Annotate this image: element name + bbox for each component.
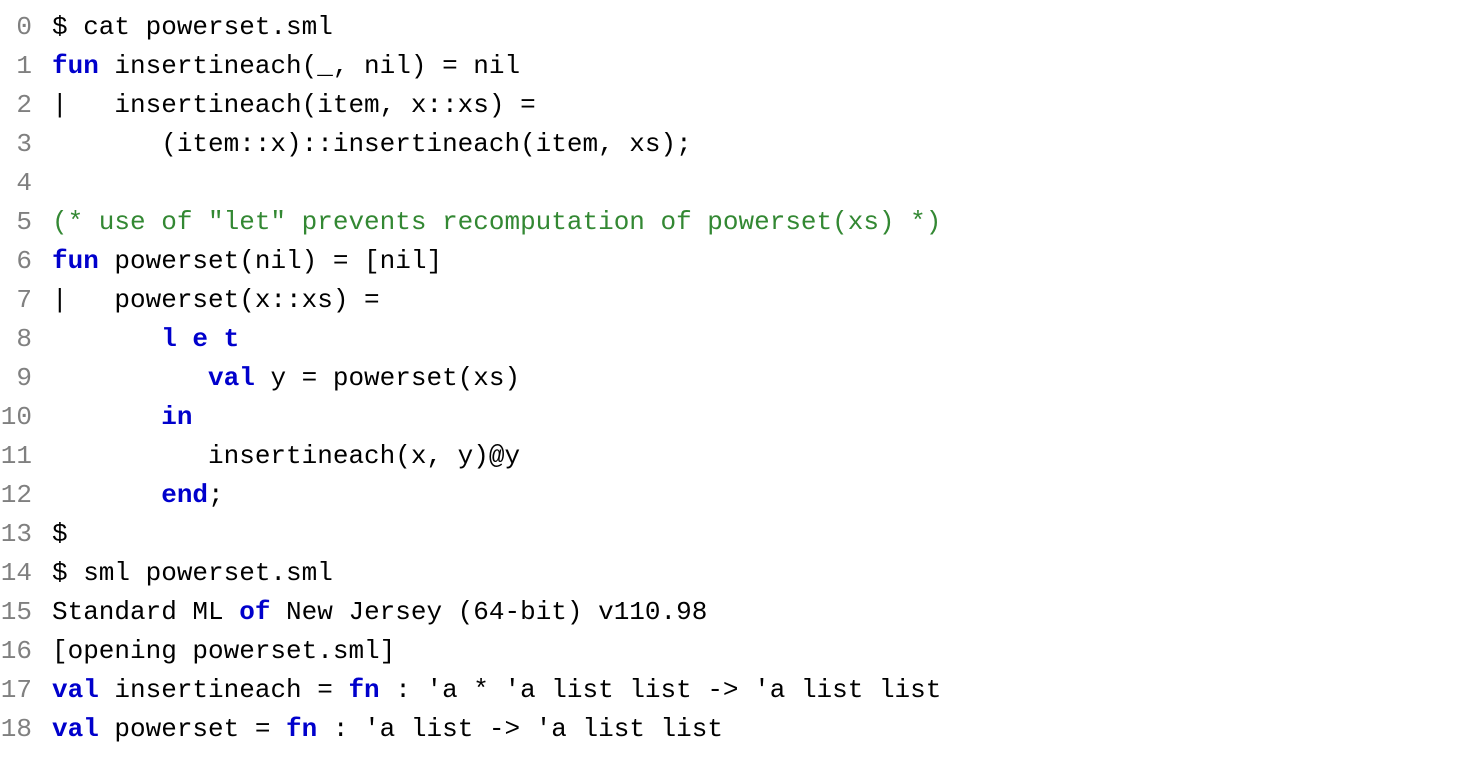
- code-line: 7| powerset(x::xs) =: [0, 281, 1470, 320]
- line-content: (item::x)::insertineach(item, xs);: [52, 125, 1470, 164]
- code-token: [opening powerset.sml]: [52, 636, 395, 666]
- line-number: 2: [0, 86, 52, 125]
- line-number: 0: [0, 8, 52, 47]
- line-content: [opening powerset.sml]: [52, 632, 1470, 671]
- code-token: val: [52, 714, 99, 744]
- code-token: (item::x)::insertineach(item, xs);: [52, 129, 692, 159]
- line-number: 13: [0, 515, 52, 554]
- line-content: | powerset(x::xs) =: [52, 281, 1470, 320]
- code-token: y = powerset(xs): [255, 363, 520, 393]
- code-token: fn: [348, 675, 379, 705]
- code-token: $ cat powerset.sml: [52, 12, 333, 42]
- code-token: end: [161, 480, 208, 510]
- code-token: fun: [52, 246, 99, 276]
- code-token: of: [239, 597, 270, 627]
- code-line: 10 in: [0, 398, 1470, 437]
- line-number: 16: [0, 632, 52, 671]
- code-line: 2| insertineach(item, x::xs) =: [0, 86, 1470, 125]
- code-token: | powerset(x::xs) =: [52, 285, 380, 315]
- line-number: 15: [0, 593, 52, 632]
- code-line: 14$ sml powerset.sml: [0, 554, 1470, 593]
- code-token: ;: [208, 480, 224, 510]
- code-token: | insertineach(item, x::xs) =: [52, 90, 536, 120]
- line-number: 18: [0, 710, 52, 749]
- code-line: 6fun powerset(nil) = [nil]: [0, 242, 1470, 281]
- code-line: 1fun insertineach(_, nil) = nil: [0, 47, 1470, 86]
- code-line: 17val insertineach = fn : 'a * 'a list l…: [0, 671, 1470, 710]
- code-token: l e t: [161, 324, 239, 354]
- line-number: 10: [0, 398, 52, 437]
- code-token: : 'a list -> 'a list list: [317, 714, 723, 744]
- code-line: 0$ cat powerset.sml: [0, 8, 1470, 47]
- code-line: 5(* use of "let" prevents recomputation …: [0, 203, 1470, 242]
- code-line: 15Standard ML of New Jersey (64-bit) v11…: [0, 593, 1470, 632]
- code-line: 16[opening powerset.sml]: [0, 632, 1470, 671]
- code-token: insertineach(_, nil) = nil: [99, 51, 520, 81]
- line-number: 17: [0, 671, 52, 710]
- line-number: 5: [0, 203, 52, 242]
- line-content: l e t: [52, 320, 1470, 359]
- code-line: 8 l e t: [0, 320, 1470, 359]
- code-line: 11 insertineach(x, y)@y: [0, 437, 1470, 476]
- code-token: powerset(nil) = [nil]: [99, 246, 442, 276]
- line-content: in: [52, 398, 1470, 437]
- code-listing: 0$ cat powerset.sml1fun insertineach(_, …: [0, 8, 1470, 749]
- line-content: $: [52, 515, 1470, 554]
- code-token: New Jersey (64-bit) v110.98: [270, 597, 707, 627]
- code-line: 18val powerset = fn : 'a list -> 'a list…: [0, 710, 1470, 749]
- code-token: val: [208, 363, 255, 393]
- line-content: end;: [52, 476, 1470, 515]
- code-token: in: [161, 402, 192, 432]
- code-line: 9 val y = powerset(xs): [0, 359, 1470, 398]
- line-number: 6: [0, 242, 52, 281]
- line-content: $ sml powerset.sml: [52, 554, 1470, 593]
- line-number: 9: [0, 359, 52, 398]
- line-number: 7: [0, 281, 52, 320]
- code-token: insertineach(x, y)@y: [52, 441, 520, 471]
- code-token: $ sml powerset.sml: [52, 558, 333, 588]
- code-token: [52, 363, 208, 393]
- code-token: [52, 402, 161, 432]
- code-line: 13$: [0, 515, 1470, 554]
- code-token: powerset =: [99, 714, 286, 744]
- code-line: 12 end;: [0, 476, 1470, 515]
- line-number: 11: [0, 437, 52, 476]
- code-line: 3 (item::x)::insertineach(item, xs);: [0, 125, 1470, 164]
- code-token: val: [52, 675, 99, 705]
- line-content: val insertineach = fn : 'a * 'a list lis…: [52, 671, 1470, 710]
- line-number: 3: [0, 125, 52, 164]
- line-content: val powerset = fn : 'a list -> 'a list l…: [52, 710, 1470, 749]
- line-content: Standard ML of New Jersey (64-bit) v110.…: [52, 593, 1470, 632]
- code-token: [52, 324, 161, 354]
- code-token: Standard ML: [52, 597, 239, 627]
- line-number: 12: [0, 476, 52, 515]
- code-token: : 'a * 'a list list -> 'a list list: [380, 675, 942, 705]
- line-content: (* use of "let" prevents recomputation o…: [52, 203, 1470, 242]
- code-token: [52, 480, 161, 510]
- line-content: val y = powerset(xs): [52, 359, 1470, 398]
- code-line: 4: [0, 164, 1470, 203]
- line-number: 8: [0, 320, 52, 359]
- line-number: 1: [0, 47, 52, 86]
- code-token: insertineach =: [99, 675, 349, 705]
- line-content: insertineach(x, y)@y: [52, 437, 1470, 476]
- code-token: fun: [52, 51, 99, 81]
- code-token: $: [52, 519, 68, 549]
- line-number: 4: [0, 164, 52, 203]
- line-content: fun insertineach(_, nil) = nil: [52, 47, 1470, 86]
- line-content: fun powerset(nil) = [nil]: [52, 242, 1470, 281]
- code-token: (* use of "let" prevents recomputation o…: [52, 207, 941, 237]
- line-number: 14: [0, 554, 52, 593]
- code-token: fn: [286, 714, 317, 744]
- line-content: | insertineach(item, x::xs) =: [52, 86, 1470, 125]
- line-content: $ cat powerset.sml: [52, 8, 1470, 47]
